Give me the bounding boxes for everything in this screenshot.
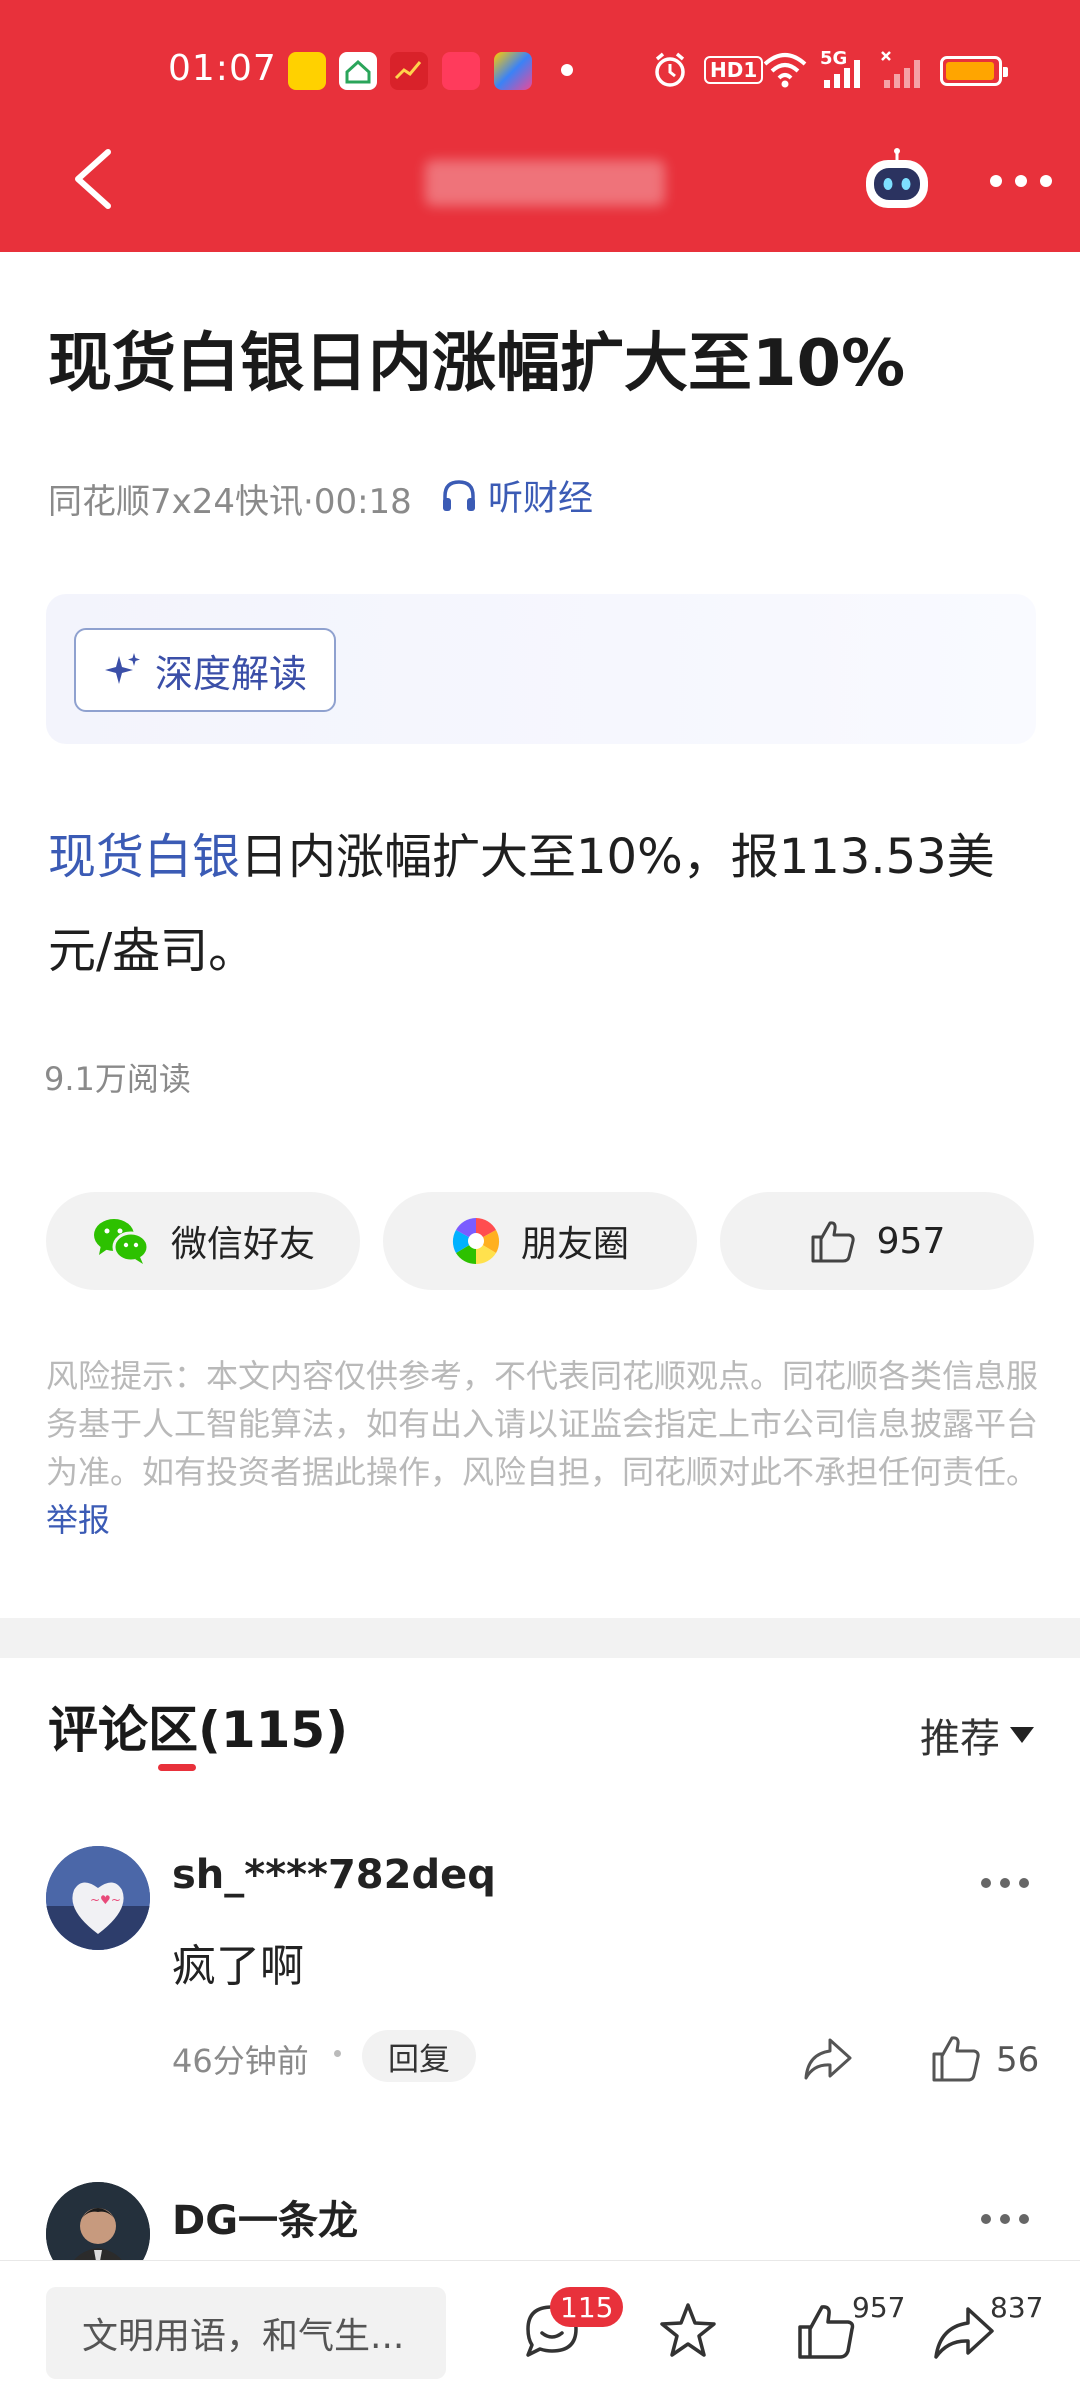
comment-reply-button[interactable]: 回复 [362,2030,476,2082]
thumbs-up-icon [811,1221,855,1263]
listen-button[interactable]: 听财经 [440,470,593,521]
comment-input[interactable]: 文明用语，和气生... [46,2287,446,2379]
article-like-count: 957 [876,1220,946,1262]
risk-disclaimer: 风险提示：本文内容仅供参考，不代表同花顺观点。同花顺各类信息服务基于人工智能算法… [46,1352,1038,1544]
battery-icon [940,56,1008,86]
comment-like-count: 56 [996,2040,1040,2080]
article-meta: 同花顺7x24快讯·00:18 [48,482,412,522]
comment-separator-dot [334,2050,341,2057]
comment-like-icon[interactable] [928,2030,984,2086]
read-count: 9.1万阅读 [44,1060,191,1098]
star-app-icon [494,52,532,90]
moments-icon [452,1218,500,1265]
comment-more-icon[interactable] [980,2212,1030,2226]
share-icon[interactable] [932,2299,996,2363]
meituan-app-icon [288,52,326,90]
sort-label: 推荐 [920,1716,1000,1762]
comments-header: 评论区(115) [48,1701,349,1759]
signal-icon [824,60,860,88]
comment-count-badge: 115 [550,2287,624,2327]
share-wechat-button[interactable]: 微信好友 [46,1192,360,1290]
alarm-icon [655,52,685,87]
headphones-icon [443,479,475,511]
nav-title-blurred [425,160,665,206]
comment-time: 46分钟前 [172,2042,309,2080]
share-moments-button[interactable]: 朋友圈 [383,1192,697,1290]
article-title: 现货白银日内涨幅扩大至10% [48,327,906,401]
risk-text: 风险提示：本文内容仅供参考，不代表同花顺观点。同花顺各类信息服务基于人工智能算法… [46,1357,1039,1491]
chart-app-icon [390,52,428,90]
sparkle-icon [104,653,140,684]
more-dots-icon[interactable] [988,166,1054,196]
signal-weak-icon [881,51,920,88]
wechat-label: 微信好友 [170,1224,315,1265]
section-divider [0,1618,1080,1658]
comment-username[interactable]: DG一条龙 [172,2188,358,2246]
article-body: 现货白银日内涨幅扩大至10%，报113.53美元/盎司。 [48,810,1038,998]
share-count: 837 [990,2291,1044,2324]
wifi-icon [763,53,807,88]
comment-share-icon[interactable] [800,2030,856,2086]
comments-header-underline [158,1764,196,1771]
report-link[interactable]: 举报 [46,1501,110,1539]
notification-dot [561,64,573,76]
sort-dropdown[interactable]: 推荐 [920,1706,1034,1764]
home-app-icon [339,52,377,90]
commenter-avatar[interactable]: ~♥~ [46,1846,150,1950]
status-bar: 01:07 HD1 5G [0,0,1080,140]
favorite-star-icon[interactable] [656,2299,720,2363]
deep-read-button[interactable]: 深度解读 [74,628,336,712]
like-count: 957 [852,2291,906,2324]
silver-link[interactable]: 现货白银 [48,829,240,885]
comment-username[interactable]: sh_****782deq [172,1852,496,1898]
comment-text: 疯了啊 [172,1941,304,1992]
like-article-button[interactable]: 957 [720,1192,1034,1290]
deep-read-label: 深度解读 [154,651,307,696]
bottom-action-bar: 文明用语，和气生... 115 957 837 [0,2260,1080,2400]
app-header: 01:07 HD1 5G [0,0,1080,252]
hd-indicator: HD1 [704,56,764,84]
moments-label: 朋友圈 [520,1224,629,1265]
shopping-app-icon [442,52,480,90]
like-icon[interactable] [794,2299,858,2363]
deep-read-panel: 深度解读 [46,594,1036,744]
caret-down-icon [1010,1727,1034,1743]
back-button[interactable] [64,144,124,214]
wechat-icon [93,1219,150,1264]
listen-label: 听财经 [488,479,594,519]
status-time: 01:07 [168,48,277,89]
comment-more-icon[interactable] [980,1876,1030,1890]
svg-text:~♥~: ~♥~ [90,1893,121,1907]
robot-icon[interactable] [860,148,934,212]
